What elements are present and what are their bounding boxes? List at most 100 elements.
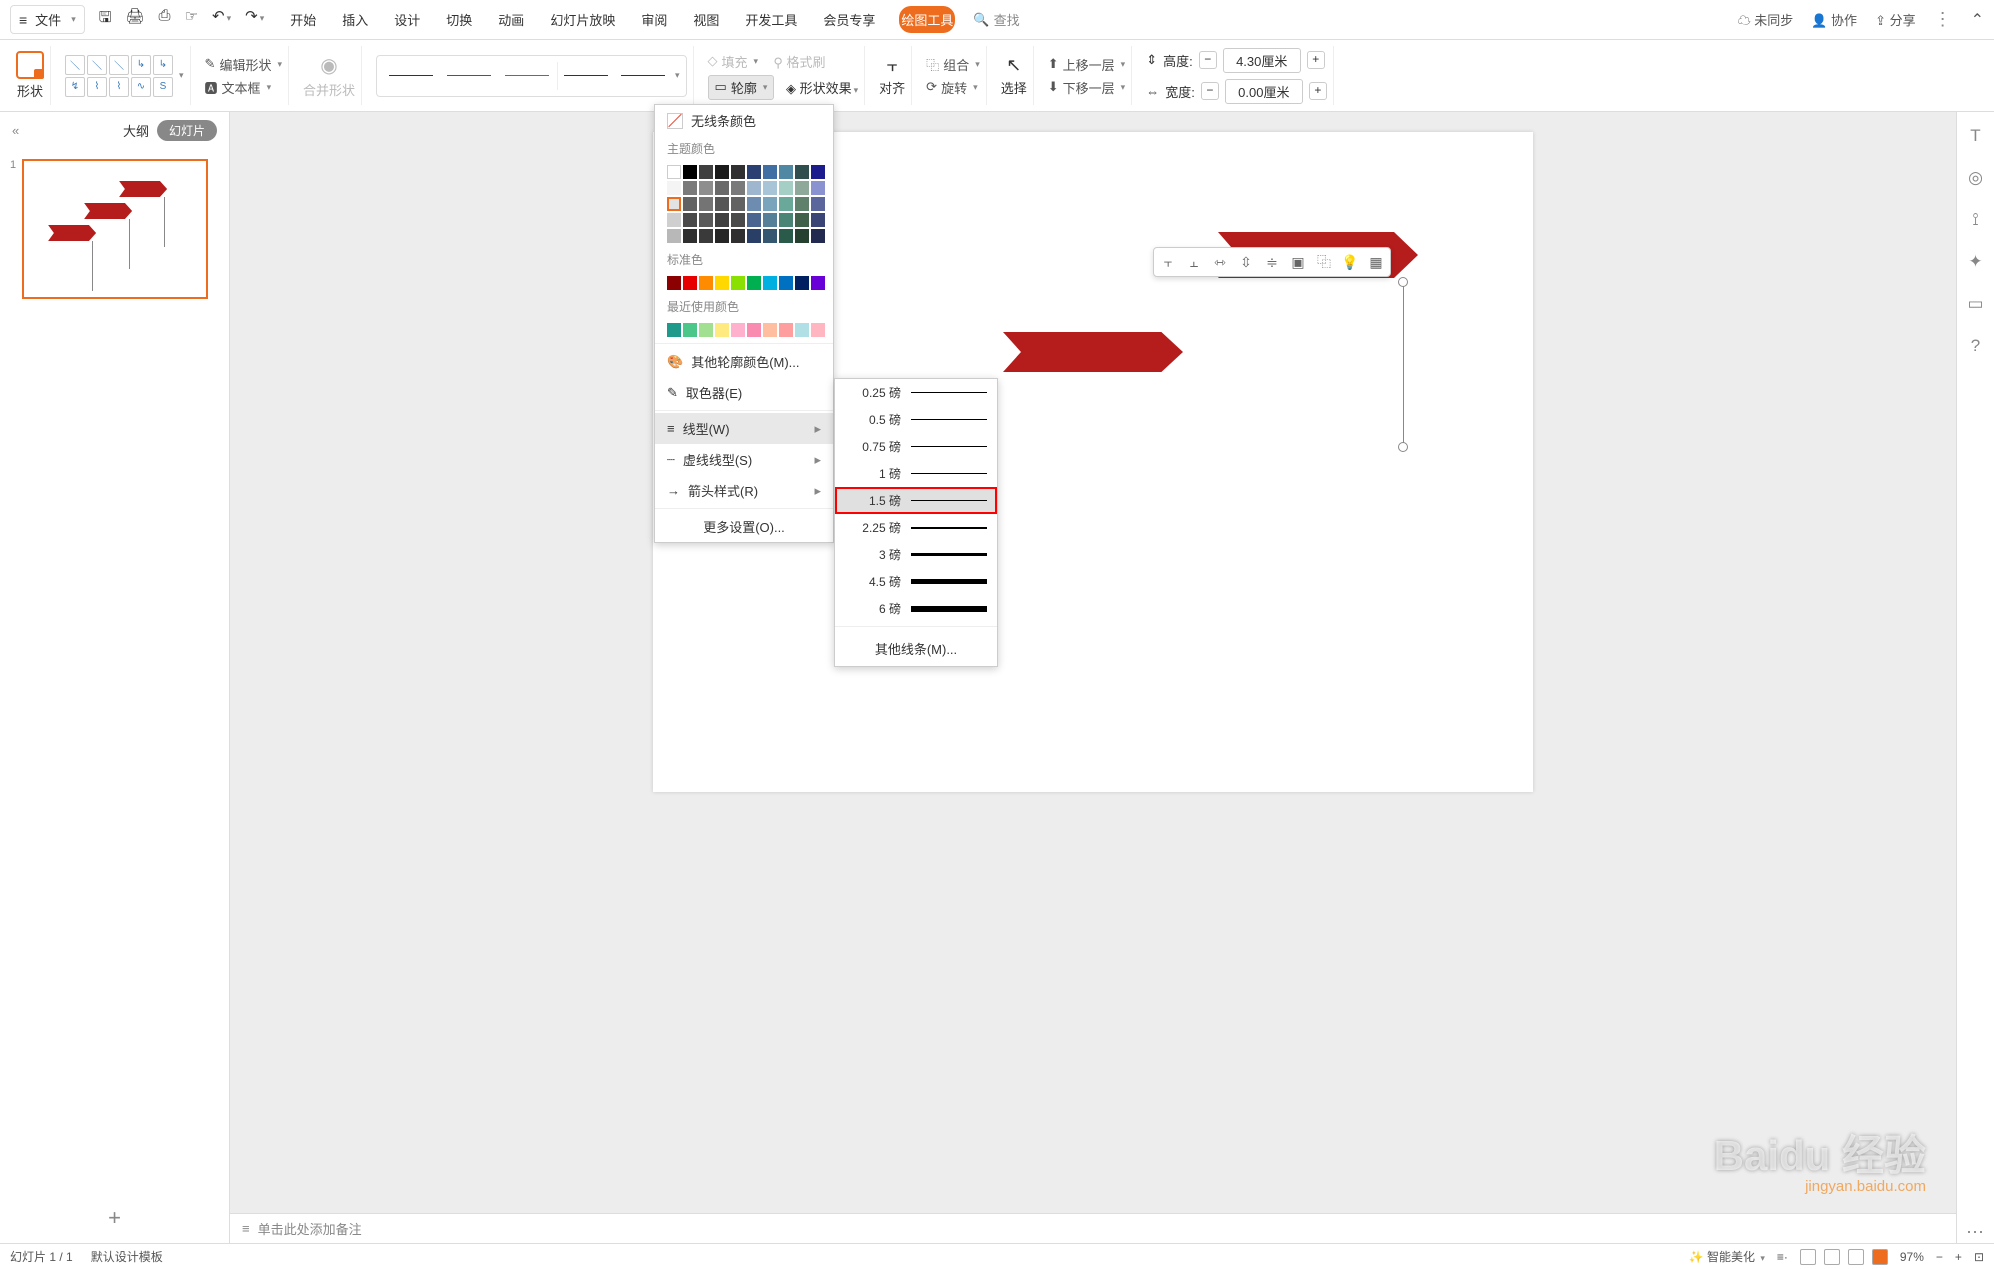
weight-item[interactable]: ≡线型(W)▸ (655, 413, 833, 444)
crop-icon[interactable]: ▣ (1288, 252, 1308, 272)
sorter-view-icon[interactable] (1824, 1249, 1840, 1265)
tab-outline[interactable]: 大纲 (123, 121, 149, 140)
more-tools-icon[interactable]: ▦ (1366, 252, 1386, 272)
collapse-ribbon-icon[interactable]: ⌃ (1971, 10, 1984, 30)
theme-color-grid[interactable] (655, 161, 833, 247)
tab-review[interactable]: 审阅 (639, 6, 669, 33)
eyedropper-item[interactable]: ✎取色器(E) (655, 377, 833, 408)
tab-home[interactable]: 开始 (288, 6, 318, 33)
share-button[interactable]: ⇪ 分享 (1875, 10, 1916, 29)
notes-bar[interactable]: ≡ 单击此处添加备注 (230, 1213, 1956, 1243)
tab-drawing-tool[interactable]: 绘图工具 (899, 6, 955, 33)
standard-color-grid[interactable] (655, 272, 833, 294)
weight-225[interactable]: 2.25 磅 (835, 514, 997, 541)
present-icon[interactable]: ▭ (1967, 294, 1983, 314)
add-slide-button[interactable]: + (0, 1193, 229, 1243)
recent-color-grid[interactable] (655, 319, 833, 341)
beautify-button[interactable]: ✨ 智能美化 ▾ (1689, 1248, 1765, 1265)
chevron-down-icon[interactable]: ▾ (179, 70, 184, 81)
align-button[interactable]: ⫟ 对齐 (879, 55, 905, 97)
align-left-icon[interactable]: ⫟ (1158, 252, 1178, 272)
tab-member[interactable]: 会员专享 (821, 6, 877, 33)
width-input[interactable]: 0.00厘米 (1225, 79, 1303, 104)
weight-15[interactable]: 1.5 磅 (835, 487, 997, 514)
collapse-panel-icon[interactable]: « (12, 123, 19, 138)
coop-button[interactable]: 👤 协作 (1811, 10, 1857, 29)
file-menu[interactable]: ≡ 文件 ▾ (10, 5, 85, 34)
zoom-label[interactable]: 97% (1900, 1250, 1924, 1264)
help-icon[interactable]: ? (1971, 336, 1980, 356)
weight-more[interactable]: 其他线条(M)... (835, 631, 997, 666)
width-minus[interactable]: − (1201, 82, 1219, 100)
weight-6[interactable]: 6 磅 (835, 595, 997, 622)
select-button[interactable]: ↖ 选择 (1001, 55, 1027, 97)
width-plus[interactable]: + (1309, 82, 1327, 100)
dash-item[interactable]: ┈虚线线型(S)▸ (655, 444, 833, 475)
preview-icon[interactable]: ☞ (185, 7, 198, 32)
page-indicator: 幻灯片 1 / 1 (10, 1248, 73, 1265)
save-icon[interactable]: 🖫 (99, 7, 112, 32)
distribute-h-icon[interactable]: ⇿ (1210, 252, 1230, 272)
redo-icon[interactable]: ↷▾ (245, 7, 264, 32)
sync-status[interactable]: ☁ 未同步 (1738, 10, 1794, 29)
no-line-item[interactable]: 无线条颜色 (655, 105, 833, 136)
magic-icon[interactable]: ✦ (1968, 252, 1982, 272)
search-button[interactable]: 🔍 查找 (973, 10, 1019, 29)
normal-view-icon[interactable] (1800, 1249, 1816, 1265)
line-preset-grid[interactable]: ＼＼＼↳↳ ↯⌇⌇∿S (65, 55, 173, 97)
weight-3[interactable]: 3 磅 (835, 541, 997, 568)
slideshow-view-icon[interactable] (1872, 1249, 1888, 1265)
weight-025[interactable]: 0.25 磅 (835, 379, 997, 406)
idea-icon[interactable]: 💡 (1340, 252, 1360, 272)
copy-icon[interactable]: ⿻ (1314, 252, 1334, 272)
more-colors-item[interactable]: 🎨其他轮廓颜色(M)... (655, 346, 833, 377)
tab-slides[interactable]: 幻灯片 (157, 120, 217, 141)
fit-icon[interactable]: ⊡ (1974, 1250, 1984, 1264)
zoom-out-icon[interactable]: − (1936, 1250, 1943, 1264)
print-icon[interactable]: ⎙ (159, 7, 171, 32)
rotate-button[interactable]: ⟳ 旋转▾ (926, 78, 980, 97)
undo-icon[interactable]: ↶▾ (212, 7, 231, 32)
tab-insert[interactable]: 插入 (340, 6, 370, 33)
weight-45[interactable]: 4.5 磅 (835, 568, 997, 595)
group-button[interactable]: ⿻ 组合▾ (926, 55, 980, 74)
align-icon: ⫟ (887, 55, 898, 76)
weight-05[interactable]: 0.5 磅 (835, 406, 997, 433)
reading-view-icon[interactable] (1848, 1249, 1864, 1265)
tab-transition[interactable]: 切换 (444, 6, 474, 33)
text-tool-icon[interactable]: T (1970, 126, 1980, 146)
export-icon[interactable]: 🖨 (126, 7, 145, 32)
height-minus[interactable]: − (1199, 51, 1217, 69)
shape-effect-button[interactable]: ◈ 形状效果▾ (786, 78, 858, 97)
slide-thumb-1[interactable]: 1 (10, 159, 219, 299)
equal-size-icon[interactable]: ≑ (1262, 252, 1282, 272)
arrowstyle-item[interactable]: →箭头样式(R)▸ (655, 475, 833, 506)
more-settings-item[interactable]: 更多设置(O)... (655, 511, 833, 542)
height-plus[interactable]: + (1307, 51, 1325, 69)
zoom-in-icon[interactable]: + (1955, 1250, 1962, 1264)
distribute-v-icon[interactable]: ⇳ (1236, 252, 1256, 272)
tab-design[interactable]: 设计 (392, 6, 422, 33)
arrow-shape-2[interactable] (1003, 332, 1183, 372)
tab-animation[interactable]: 动画 (496, 6, 526, 33)
edit-shape-button[interactable]: ✎ 编辑形状▾ (205, 55, 282, 74)
align-bottom-icon[interactable]: ⫠ (1184, 252, 1204, 272)
notes-toggle-icon[interactable]: ≡· (1777, 1250, 1788, 1264)
idea-panel-icon[interactable]: ◎ (1968, 168, 1983, 188)
more-icon[interactable]: ⋮ (1934, 9, 1953, 30)
sidebar-more-icon[interactable]: ⋯ (1966, 1222, 1985, 1243)
move-down-button[interactable]: ⬇ 下移一层▾ (1048, 78, 1125, 97)
shapes-button[interactable]: 形状 (16, 51, 44, 100)
tab-devtools[interactable]: 开发工具 (743, 6, 799, 33)
settings-panel-icon[interactable]: ⟟ (1972, 210, 1978, 230)
textbox-button[interactable]: 🅰 文本框▾ (205, 78, 282, 97)
line-style-gallery[interactable]: ▾ (376, 55, 687, 97)
weight-075[interactable]: 0.75 磅 (835, 433, 997, 460)
move-up-button[interactable]: ⬆ 上移一层▾ (1048, 55, 1125, 74)
height-input[interactable]: 4.30厘米 (1223, 48, 1301, 73)
tab-slideshow[interactable]: 幻灯片放映 (548, 6, 617, 33)
outline-button[interactable]: ▭ 轮廓▾ (708, 75, 775, 100)
tab-view[interactable]: 视图 (691, 6, 721, 33)
weight-1[interactable]: 1 磅 (835, 460, 997, 487)
merge-label: 合并形状 (303, 80, 355, 99)
